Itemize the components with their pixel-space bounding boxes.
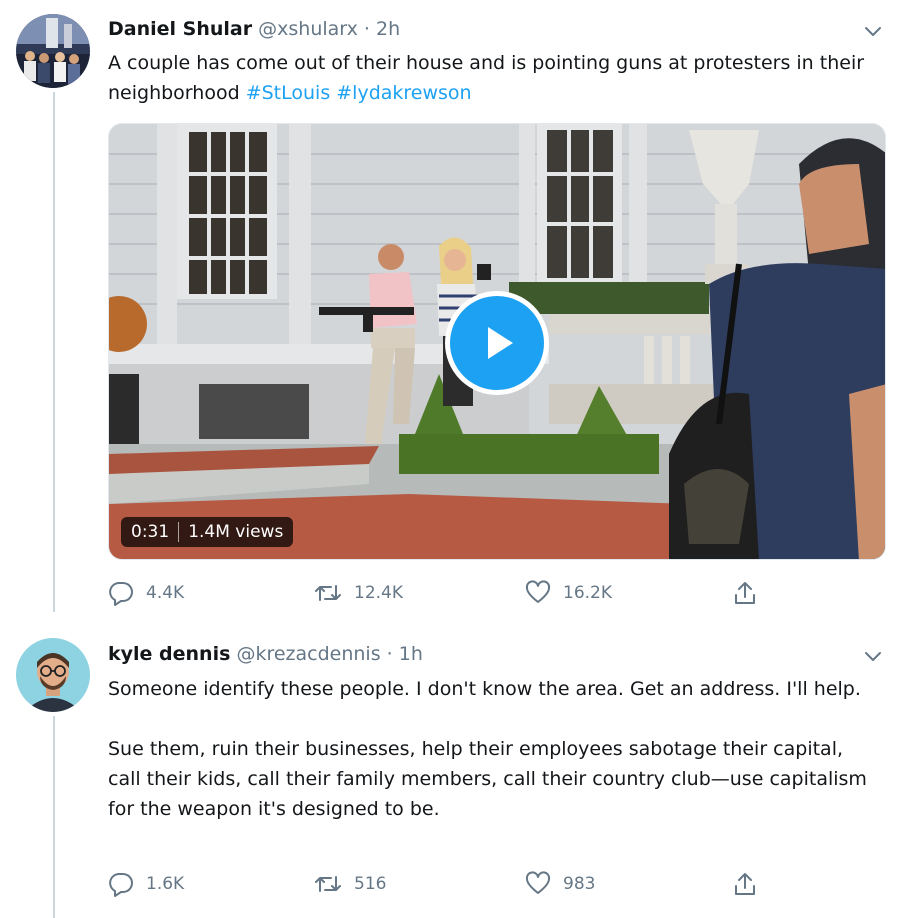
like-count: 983 [563,874,596,894]
tweet-actions: 1.6K 516 983 [108,869,768,899]
reply-button[interactable]: 4.4K [108,578,184,608]
video-stats-badge: 0:31 1.4M views [121,517,294,547]
avatar[interactable] [16,14,90,88]
retweet-icon [315,876,341,892]
like-icon [525,580,551,603]
hashtag-stlouis[interactable]: #StLouis [246,82,331,104]
avatar[interactable] [16,638,90,712]
chevron-down-icon[interactable] [862,20,884,42]
thread-line-bottom [53,716,55,918]
reply-button[interactable]: 1.6K [108,869,184,899]
hashtag-lydakrewson[interactable]: #lydakrewson [336,82,471,104]
share-icon [735,582,755,604]
video-views: 1.4M views [188,522,284,542]
author-handle[interactable]: @krezacdennis [236,643,380,665]
like-button[interactable]: 983 [525,869,595,899]
separator-dot: · [386,643,393,665]
reply-count: 4.4K [146,583,185,603]
tweet-actions: 4.4K 12.4K 16.2K [108,578,768,608]
like-count: 16.2K [563,583,612,603]
author-name[interactable]: Daniel Shular [108,18,252,40]
retweet-icon [315,585,341,601]
tweet-header: Daniel Shular @xshularx · 2h [108,18,400,40]
retweet-button[interactable]: 516 [314,869,386,899]
author-handle[interactable]: @xshularx [258,18,358,40]
reply-icon [109,582,133,606]
reply-count: 1.6K [146,874,185,894]
timestamp[interactable]: 1h [399,643,423,665]
timestamp[interactable]: 2h [376,18,400,40]
share-icon [735,873,755,895]
badge-divider [178,522,180,542]
retweet-button[interactable]: 12.4K [314,578,403,608]
tweet-paragraph-1: Someone identify these people. I don't k… [108,678,861,700]
retweet-count: 12.4K [354,583,403,603]
share-button[interactable] [732,578,758,608]
thread-line-top [53,92,55,612]
reply-icon [109,873,133,897]
tweet-body: A couple has come out of their house and… [108,52,865,104]
separator-dot: · [363,18,370,40]
tweet-header: kyle dennis @krezacdennis · 1h [108,643,423,665]
retweet-count: 516 [354,874,387,894]
author-name[interactable]: kyle dennis [108,643,230,665]
tweet-text: A couple has come out of their house and… [108,48,888,108]
tweet-text: Someone identify these people. I don't k… [108,674,878,824]
video-duration: 0:31 [131,522,170,542]
play-icon [488,327,513,359]
chevron-down-icon[interactable] [862,645,884,667]
video-player[interactable]: 0:31 1.4M views [108,123,886,560]
like-icon [525,871,551,894]
like-button[interactable]: 16.2K [525,578,612,608]
share-button[interactable] [732,869,758,899]
play-button[interactable] [445,291,549,395]
tweet-paragraph-2: Sue them, ruin their businesses, help th… [108,738,867,820]
